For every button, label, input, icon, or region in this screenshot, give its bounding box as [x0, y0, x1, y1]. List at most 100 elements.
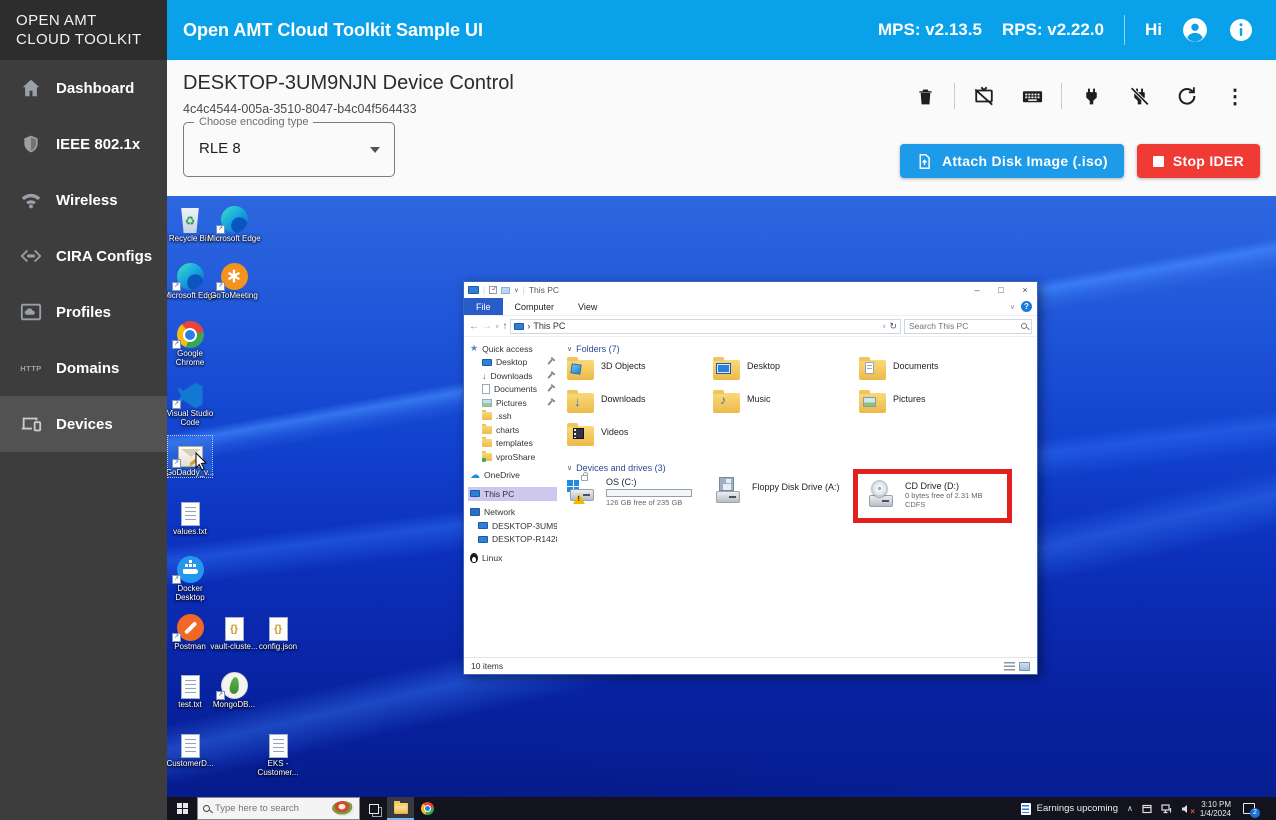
desktop-icon-customerd[interactable]: CustomerD... — [168, 727, 212, 768]
desktop-icon-values-txt[interactable]: values.txt — [168, 495, 212, 536]
desktop-icon-edge[interactable]: Microsoft Edge — [212, 202, 256, 243]
nav-desktop-3um9njn[interactable]: DESKTOP-3UM9NJN — [468, 519, 557, 533]
sidebar-item-profiles[interactable]: Profiles — [0, 284, 167, 340]
network-icon[interactable] — [1161, 804, 1172, 814]
properties-icon[interactable] — [489, 286, 497, 294]
computer-icon — [478, 522, 488, 529]
recent-locations-icon[interactable]: ∨ — [495, 323, 499, 330]
nav-documents[interactable]: Documents — [468, 383, 557, 397]
folder-pictures[interactable]: Pictures — [859, 391, 1005, 424]
kvm-remote-desktop[interactable]: Recycle Bin Microsoft Edge Microsoft Edg… — [167, 196, 1276, 820]
tray-expand-icon[interactable]: ∧ — [1127, 804, 1133, 813]
new-folder-icon[interactable] — [501, 287, 510, 294]
menu-computer[interactable]: Computer — [503, 302, 567, 312]
explorer-search-box[interactable] — [904, 319, 1032, 334]
keyboard-button[interactable] — [1013, 77, 1051, 115]
ribbon-collapse-icon[interactable]: ∨ — [1010, 303, 1015, 311]
customize-qat-icon[interactable]: ∨ — [514, 287, 518, 294]
quick-access-toolbar[interactable]: | ∨ | — [468, 285, 525, 295]
taskbar-file-explorer-button[interactable] — [387, 797, 414, 820]
news-widget[interactable]: Earnings upcoming — [1021, 803, 1118, 815]
folders-group-header[interactable]: ∨Folders (7) — [567, 344, 1037, 354]
nav-quick-access[interactable]: ★Quick access — [468, 342, 557, 356]
drive-floppy-a[interactable]: Floppy Disk Drive (A:) — [713, 477, 859, 503]
breadcrumb[interactable]: This PC — [533, 321, 565, 331]
nav-desktop[interactable]: Desktop — [468, 356, 557, 370]
minimize-button[interactable]: – — [965, 283, 989, 298]
explorer-titlebar[interactable]: | ∨ | This PC – □ × — [464, 282, 1037, 298]
desktop-icon-docker[interactable]: Docker Desktop — [168, 552, 212, 602]
delete-device-button[interactable] — [906, 77, 944, 115]
back-button[interactable]: ← — [469, 321, 479, 332]
folder-3d-objects[interactable]: 3D Objects — [567, 358, 713, 391]
nav-ssh[interactable]: .ssh — [468, 410, 557, 424]
info-icon[interactable] — [1228, 17, 1254, 43]
kvm-display-off-button[interactable] — [965, 77, 1003, 115]
drive-os-c[interactable]: OS (C:) 126 GB free of 235 GB — [567, 477, 713, 507]
sidebar-item-cira-configs[interactable]: CIRA Configs — [0, 228, 167, 284]
maximize-button[interactable]: □ — [989, 283, 1013, 298]
menu-file[interactable]: File — [464, 298, 503, 315]
taskbar-search-input[interactable] — [215, 803, 327, 814]
taskbar-search-box[interactable] — [197, 797, 360, 820]
details-view-icon[interactable] — [1004, 662, 1015, 671]
taskbar-chrome-button[interactable] — [414, 797, 441, 820]
nav-onedrive[interactable]: ☁OneDrive — [468, 469, 557, 483]
sidebar-item-label: CIRA Configs — [56, 248, 152, 265]
nav-charts[interactable]: charts — [468, 423, 557, 437]
account-icon[interactable] — [1182, 17, 1208, 43]
folder-desktop[interactable]: Desktop — [713, 358, 859, 391]
sidebar-item-ieee8021x[interactable]: IEEE 802.1x — [0, 116, 167, 172]
nav-pictures[interactable]: Pictures — [468, 396, 557, 410]
nav-network[interactable]: Network — [468, 506, 557, 520]
reset-button[interactable] — [1168, 77, 1206, 115]
help-icon[interactable]: ? — [1021, 301, 1032, 312]
file-explorer-window[interactable]: | ∨ | This PC – □ × File Computer View ∨… — [463, 281, 1038, 675]
desktop-icon-mongodb[interactable]: MongoDB... — [212, 668, 256, 709]
refresh-icon[interactable]: ↻ — [889, 321, 897, 332]
desktop-icon-chrome[interactable]: Google Chrome — [168, 317, 212, 367]
menu-view[interactable]: View — [566, 302, 609, 312]
sidebar-item-dashboard[interactable]: Dashboard — [0, 60, 167, 116]
sidebar-item-domains[interactable]: HTTP Domains — [0, 340, 167, 396]
nav-linux[interactable]: Linux — [468, 551, 557, 565]
nav-templates[interactable]: templates — [468, 437, 557, 451]
folder-music[interactable]: ♪Music — [713, 391, 859, 424]
power-off-button[interactable] — [1120, 77, 1158, 115]
desktop-icon-eks-customer[interactable]: EKS -Customer... — [256, 727, 300, 777]
thumbnail-view-icon[interactable] — [1019, 662, 1030, 671]
sidebar-item-devices[interactable]: Devices — [0, 396, 167, 452]
stop-ider-button[interactable]: Stop IDER — [1137, 144, 1260, 178]
desktop-icon-vscode[interactable]: Visual Studio Code — [168, 377, 212, 427]
taskbar-clock[interactable]: 3:10 PM 1/4/2024 — [1200, 800, 1231, 818]
folder-downloads[interactable]: ↓Downloads — [567, 391, 713, 424]
desktop-icon-config-json[interactable]: {}config.json — [256, 610, 300, 651]
forward-button[interactable]: → — [482, 321, 492, 332]
volume-muted-icon[interactable]: × — [1181, 804, 1191, 814]
nav-this-pc[interactable]: This PC — [468, 487, 557, 501]
task-view-button[interactable] — [360, 797, 387, 820]
nav-vproshare[interactable]: vproShare — [468, 450, 557, 464]
nav-desktop-r142855[interactable]: DESKTOP-R142855 — [468, 533, 557, 547]
cd-drive-highlight-box: CD Drive (D:) 0 bytes free of 2.31 MB CD… — [853, 469, 1012, 523]
power-on-button[interactable] — [1072, 77, 1110, 115]
sidebar-item-wireless[interactable]: Wireless — [0, 172, 167, 228]
attach-disk-image-button[interactable]: Attach Disk Image (.iso) — [900, 144, 1124, 178]
explorer-search-input[interactable] — [909, 321, 1021, 331]
encoding-select[interactable]: Choose encoding type RLE 8 — [183, 122, 395, 177]
more-options-button[interactable]: ⋮ — [1216, 77, 1254, 115]
folder-videos[interactable]: Videos — [567, 424, 713, 457]
address-field[interactable]: › This PC ∨ ↻ — [510, 319, 901, 334]
drive-cd-d[interactable]: CD Drive (D:) 0 bytes free of 2.31 MB CD… — [866, 481, 983, 509]
search-highlight-image[interactable] — [332, 801, 354, 816]
address-dropdown-icon[interactable]: ∨ — [882, 323, 886, 330]
action-center-button[interactable]: 2 — [1243, 802, 1259, 816]
folder-documents[interactable]: Documents — [859, 358, 1005, 391]
tray-window-icon[interactable] — [1142, 804, 1152, 814]
desktop-icon-gotomeeting[interactable]: ∗GoToMeeting — [212, 259, 256, 300]
pin-icon — [547, 400, 552, 406]
start-button[interactable] — [167, 797, 197, 820]
up-button[interactable]: ↑ — [502, 321, 507, 332]
nav-downloads[interactable]: ↓Downloads — [468, 369, 557, 383]
close-button[interactable]: × — [1013, 283, 1037, 298]
